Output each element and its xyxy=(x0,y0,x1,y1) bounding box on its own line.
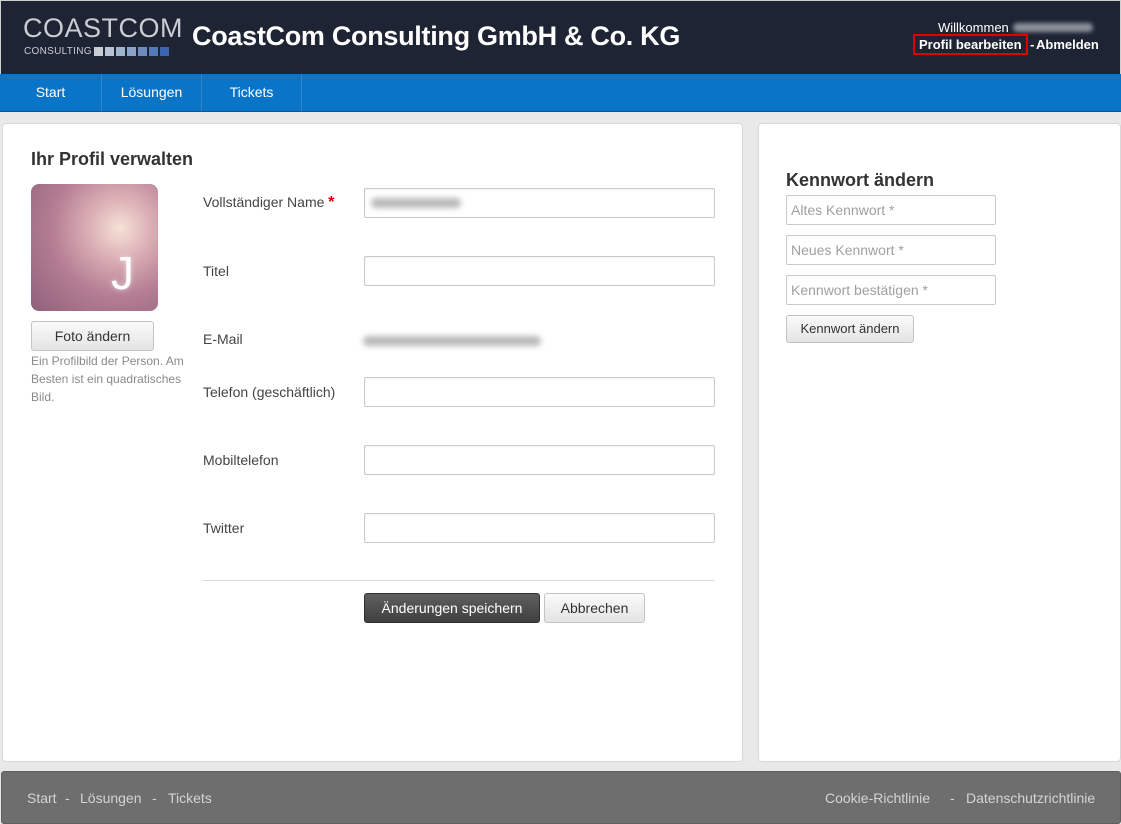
redacted-username xyxy=(1013,23,1093,32)
profile-title: Ihr Profil verwalten xyxy=(31,149,194,169)
full-name-label: Vollständiger Name * xyxy=(203,194,335,212)
cancel-button[interactable]: Abbrechen xyxy=(544,593,645,623)
photo-help-text: Ein Profilbild der Person. Am Besten ist… xyxy=(31,354,184,404)
nav-item-tickets[interactable]: Tickets xyxy=(202,74,302,111)
footer-link-loesungen[interactable]: Lösungen xyxy=(80,790,142,806)
change-photo-button[interactable]: Foto ändern xyxy=(31,321,154,351)
full-name-label-text: Vollständiger Name xyxy=(203,194,325,210)
redacted-name xyxy=(371,198,461,208)
site-header: COASTCOM CONSULTING CoastCom Consulting … xyxy=(0,0,1121,75)
logo-subtitle: CONSULTING xyxy=(24,46,92,57)
company-logo[interactable]: COASTCOM CONSULTING xyxy=(23,13,184,59)
title-label: Titel xyxy=(203,263,229,279)
phone-label: Telefon (geschäftlich) xyxy=(203,384,336,400)
footer-link-tickets[interactable]: Tickets xyxy=(168,790,212,806)
phone-field[interactable] xyxy=(364,377,715,407)
profile-panel: Ihr Profil verwalten J Foto ändern Ein P… xyxy=(2,123,743,762)
new-password-field[interactable]: Neues Kennwort * xyxy=(786,235,996,265)
company-name: CoastCom Consulting GmbH & Co. KG xyxy=(192,21,681,51)
nav-item-start[interactable]: Start xyxy=(0,74,102,111)
required-mark: * xyxy=(328,194,335,211)
footer-link-privacy-policy[interactable]: Datenschutzrichtlinie xyxy=(966,790,1095,806)
twitter-field[interactable] xyxy=(364,513,715,543)
full-name-field[interactable] xyxy=(364,188,715,218)
change-password-button[interactable]: Kennwort ändern xyxy=(786,315,914,343)
main-nav: Start Lösungen Tickets xyxy=(0,74,1121,112)
footer-separator: - xyxy=(950,790,955,806)
password-panel: Kennwort ändern Altes Kennwort * Neues K… xyxy=(758,123,1121,762)
welcome-text: Willkommen xyxy=(938,20,1009,35)
redacted-email xyxy=(363,336,541,346)
footer-link-start[interactable]: Start xyxy=(27,790,57,806)
mobile-label: Mobiltelefon xyxy=(203,452,279,468)
avatar-initial: J xyxy=(111,247,134,299)
mobile-field[interactable] xyxy=(364,445,715,475)
save-changes-button[interactable]: Änderungen speichern xyxy=(364,593,540,623)
footer-link-cookie-policy[interactable]: Cookie-Richtlinie xyxy=(825,790,930,806)
title-field[interactable] xyxy=(364,256,715,286)
footer-separator: - xyxy=(65,790,70,806)
edit-profile-link[interactable]: Profil bearbeiten xyxy=(913,34,1028,55)
password-title: Kennwort ändern xyxy=(786,170,935,190)
form-divider xyxy=(203,580,715,581)
logo-squares-icon xyxy=(94,47,169,56)
twitter-label: Twitter xyxy=(203,520,245,536)
nav-item-loesungen[interactable]: Lösungen xyxy=(102,74,202,111)
logout-link[interactable]: Abmelden xyxy=(1036,37,1099,52)
confirm-password-field[interactable]: Kennwort bestätigen * xyxy=(786,275,996,305)
logo-wordmark: COASTCOM xyxy=(23,13,184,43)
site-footer: Start - Lösungen - Tickets Cookie-Richtl… xyxy=(1,771,1121,824)
old-password-field[interactable]: Altes Kennwort * xyxy=(786,195,996,225)
avatar: J xyxy=(31,184,158,311)
footer-separator: - xyxy=(152,790,157,806)
header-separator: - xyxy=(1030,37,1035,52)
email-label: E-Mail xyxy=(203,331,243,347)
